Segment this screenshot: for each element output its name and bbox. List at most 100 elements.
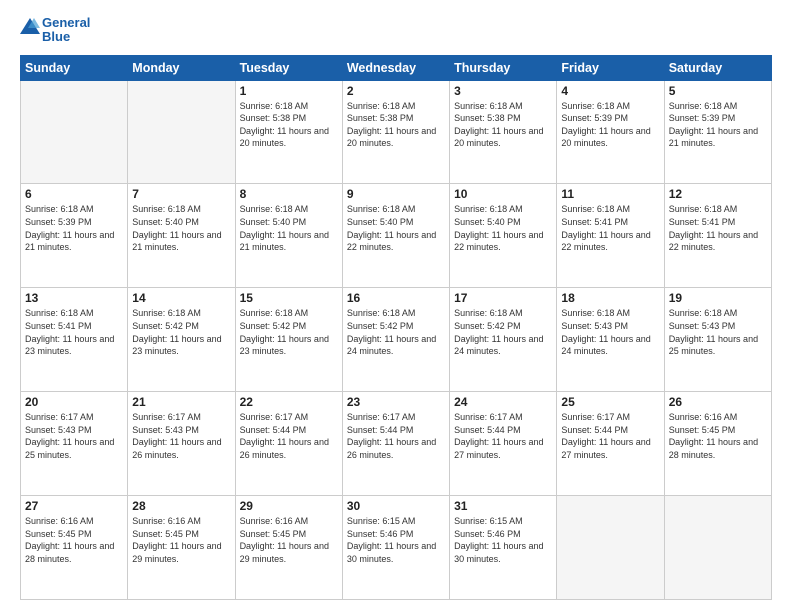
calendar-cell: 15 Sunrise: 6:18 AM Sunset: 5:42 PM Dayli… [235, 288, 342, 392]
day-info: Sunrise: 6:18 AM Sunset: 5:40 PM Dayligh… [454, 203, 552, 253]
day-number: 19 [669, 291, 767, 305]
day-info: Sunrise: 6:18 AM Sunset: 5:41 PM Dayligh… [669, 203, 767, 253]
calendar-cell: 16 Sunrise: 6:18 AM Sunset: 5:42 PM Dayli… [342, 288, 449, 392]
day-header-sunday: Sunday [21, 55, 128, 80]
day-info: Sunrise: 6:18 AM Sunset: 5:38 PM Dayligh… [240, 100, 338, 150]
day-number: 26 [669, 395, 767, 409]
day-number: 9 [347, 187, 445, 201]
day-info: Sunrise: 6:18 AM Sunset: 5:43 PM Dayligh… [669, 307, 767, 357]
day-number: 24 [454, 395, 552, 409]
calendar-cell: 17Sunrise: 6:18 AM Sunset: 5:42 PM Dayli… [450, 288, 557, 392]
header: General Blue [20, 16, 772, 45]
calendar-cell: 5Sunrise: 6:18 AM Sunset: 5:39 PM Daylig… [664, 80, 771, 184]
day-info: Sunrise: 6:18 AM Sunset: 5:42 PM Dayligh… [454, 307, 552, 357]
day-number: 5 [669, 84, 767, 98]
day-header-saturday: Saturday [664, 55, 771, 80]
calendar-cell: 27 Sunrise: 6:16 AM Sunset: 5:45 PM Dayli… [21, 496, 128, 600]
day-number: 23 [347, 395, 445, 409]
day-number: 4 [561, 84, 659, 98]
calendar-cell: 19 Sunrise: 6:18 AM Sunset: 5:43 PM Dayli… [664, 288, 771, 392]
calendar-cell: 1Sunrise: 6:18 AM Sunset: 5:38 PM Daylig… [235, 80, 342, 184]
calendar-cell: 7 Sunrise: 6:18 AM Sunset: 5:40 PM Daylig… [128, 184, 235, 288]
day-number: 30 [347, 499, 445, 513]
day-number: 6 [25, 187, 123, 201]
day-info: Sunrise: 6:18 AM Sunset: 5:42 PM Dayligh… [347, 307, 445, 357]
day-info: Sunrise: 6:17 AM Sunset: 5:44 PM Dayligh… [561, 411, 659, 461]
calendar-cell: 6 Sunrise: 6:18 AM Sunset: 5:39 PM Daylig… [21, 184, 128, 288]
day-info: Sunrise: 6:18 AM Sunset: 5:38 PM Dayligh… [454, 100, 552, 150]
day-number: 11 [561, 187, 659, 201]
day-number: 12 [669, 187, 767, 201]
day-info: Sunrise: 6:18 AM Sunset: 5:39 PM Dayligh… [561, 100, 659, 150]
day-number: 31 [454, 499, 552, 513]
day-number: 25 [561, 395, 659, 409]
day-number: 18 [561, 291, 659, 305]
day-info: Sunrise: 6:17 AM Sunset: 5:43 PM Dayligh… [25, 411, 123, 461]
calendar-cell: 3Sunrise: 6:18 AM Sunset: 5:38 PM Daylig… [450, 80, 557, 184]
day-header-tuesday: Tuesday [235, 55, 342, 80]
day-number: 27 [25, 499, 123, 513]
day-info: Sunrise: 6:16 AM Sunset: 5:45 PM Dayligh… [669, 411, 767, 461]
day-info: Sunrise: 6:17 AM Sunset: 5:44 PM Dayligh… [240, 411, 338, 461]
calendar-week-1: 6 Sunrise: 6:18 AM Sunset: 5:39 PM Daylig… [21, 184, 772, 288]
calendar-week-2: 13Sunrise: 6:18 AM Sunset: 5:41 PM Dayli… [21, 288, 772, 392]
day-number: 2 [347, 84, 445, 98]
calendar-cell [664, 496, 771, 600]
day-header-monday: Monday [128, 55, 235, 80]
day-number: 13 [25, 291, 123, 305]
day-info: Sunrise: 6:18 AM Sunset: 5:38 PM Dayligh… [347, 100, 445, 150]
calendar-cell: 9Sunrise: 6:18 AM Sunset: 5:40 PM Daylig… [342, 184, 449, 288]
calendar-cell: 12 Sunrise: 6:18 AM Sunset: 5:41 PM Dayli… [664, 184, 771, 288]
day-number: 22 [240, 395, 338, 409]
calendar-cell: 18Sunrise: 6:18 AM Sunset: 5:43 PM Dayli… [557, 288, 664, 392]
day-info: Sunrise: 6:18 AM Sunset: 5:42 PM Dayligh… [132, 307, 230, 357]
calendar-cell: 29 Sunrise: 6:16 AM Sunset: 5:45 PM Dayli… [235, 496, 342, 600]
day-header-wednesday: Wednesday [342, 55, 449, 80]
day-info: Sunrise: 6:16 AM Sunset: 5:45 PM Dayligh… [25, 515, 123, 565]
calendar-week-0: 1Sunrise: 6:18 AM Sunset: 5:38 PM Daylig… [21, 80, 772, 184]
day-number: 21 [132, 395, 230, 409]
calendar-cell: 31 Sunrise: 6:15 AM Sunset: 5:46 PM Dayli… [450, 496, 557, 600]
day-number: 16 [347, 291, 445, 305]
logo-text: General Blue [42, 16, 90, 45]
page: General Blue SundayMondayTuesdayWednesda… [0, 0, 792, 612]
day-number: 14 [132, 291, 230, 305]
calendar-cell [21, 80, 128, 184]
day-number: 20 [25, 395, 123, 409]
day-info: Sunrise: 6:18 AM Sunset: 5:39 PM Dayligh… [25, 203, 123, 253]
calendar-cell: 26 Sunrise: 6:16 AM Sunset: 5:45 PM Dayli… [664, 392, 771, 496]
day-number: 7 [132, 187, 230, 201]
calendar-cell: 4 Sunrise: 6:18 AM Sunset: 5:39 PM Daylig… [557, 80, 664, 184]
calendar-header-row: SundayMondayTuesdayWednesdayThursdayFrid… [21, 55, 772, 80]
calendar-week-3: 20 Sunrise: 6:17 AM Sunset: 5:43 PM Dayli… [21, 392, 772, 496]
day-info: Sunrise: 6:15 AM Sunset: 5:46 PM Dayligh… [347, 515, 445, 565]
day-number: 28 [132, 499, 230, 513]
calendar-week-4: 27 Sunrise: 6:16 AM Sunset: 5:45 PM Dayli… [21, 496, 772, 600]
day-number: 29 [240, 499, 338, 513]
day-info: Sunrise: 6:18 AM Sunset: 5:41 PM Dayligh… [561, 203, 659, 253]
day-header-thursday: Thursday [450, 55, 557, 80]
day-info: Sunrise: 6:18 AM Sunset: 5:40 PM Dayligh… [240, 203, 338, 253]
calendar-cell: 13Sunrise: 6:18 AM Sunset: 5:41 PM Dayli… [21, 288, 128, 392]
day-info: Sunrise: 6:15 AM Sunset: 5:46 PM Dayligh… [454, 515, 552, 565]
logo-triangle-icon [20, 18, 40, 38]
day-number: 15 [240, 291, 338, 305]
day-info: Sunrise: 6:16 AM Sunset: 5:45 PM Dayligh… [132, 515, 230, 565]
calendar-cell: 11 Sunrise: 6:18 AM Sunset: 5:41 PM Dayli… [557, 184, 664, 288]
logo: General Blue [20, 16, 90, 45]
day-number: 8 [240, 187, 338, 201]
calendar-table: SundayMondayTuesdayWednesdayThursdayFrid… [20, 55, 772, 600]
day-info: Sunrise: 6:18 AM Sunset: 5:42 PM Dayligh… [240, 307, 338, 357]
day-info: Sunrise: 6:18 AM Sunset: 5:40 PM Dayligh… [132, 203, 230, 253]
calendar-cell: 10Sunrise: 6:18 AM Sunset: 5:40 PM Dayli… [450, 184, 557, 288]
calendar-cell: 14 Sunrise: 6:18 AM Sunset: 5:42 PM Dayli… [128, 288, 235, 392]
day-info: Sunrise: 6:16 AM Sunset: 5:45 PM Dayligh… [240, 515, 338, 565]
calendar-cell: 2 Sunrise: 6:18 AM Sunset: 5:38 PM Daylig… [342, 80, 449, 184]
calendar-cell [557, 496, 664, 600]
logo-container: General Blue [20, 16, 90, 45]
calendar-cell: 20 Sunrise: 6:17 AM Sunset: 5:43 PM Dayli… [21, 392, 128, 496]
day-info: Sunrise: 6:17 AM Sunset: 5:43 PM Dayligh… [132, 411, 230, 461]
calendar-cell [128, 80, 235, 184]
day-header-friday: Friday [557, 55, 664, 80]
calendar-cell: 23Sunrise: 6:17 AM Sunset: 5:44 PM Dayli… [342, 392, 449, 496]
